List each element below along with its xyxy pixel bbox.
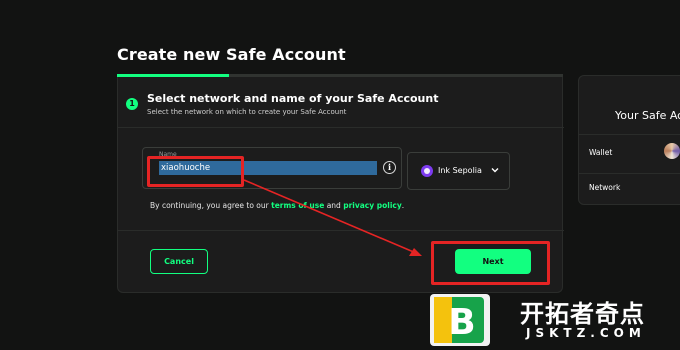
annotation-box-next: [431, 241, 550, 285]
wallet-avatar: [664, 143, 680, 159]
watermark-logo: B: [430, 294, 490, 346]
network-label: Network: [589, 183, 621, 192]
terms-of-use-link[interactable]: terms of use: [271, 201, 324, 210]
privacy-policy-link[interactable]: privacy policy: [343, 201, 402, 210]
divider: [579, 173, 680, 174]
ink-network-icon: [421, 165, 433, 177]
divider: [579, 134, 680, 135]
step-subtitle: Select the network on which to create yo…: [147, 108, 347, 116]
terms-suffix: .: [401, 201, 405, 210]
network-select-value: Ink Sepolia: [438, 166, 482, 175]
step-title: Select network and name of your Safe Acc…: [147, 92, 439, 105]
watermark-subtext: JSKTZ.COM: [526, 326, 646, 340]
watermark-logo-letter: B: [448, 302, 475, 343]
step-number-badge: 1: [126, 98, 138, 110]
divider: [118, 230, 564, 231]
annotation-box-name: [147, 156, 244, 187]
cancel-button[interactable]: Cancel: [150, 249, 208, 274]
terms-text: By continuing, you agree to our terms of…: [150, 201, 404, 210]
chevron-down-icon: [491, 168, 499, 173]
network-select[interactable]: Ink Sepolia: [407, 152, 510, 190]
terms-and: and: [326, 201, 341, 210]
page-title: Create new Safe Account: [117, 45, 346, 64]
divider: [118, 127, 564, 128]
wallet-label: Wallet: [589, 148, 613, 157]
info-icon[interactable]: i: [383, 161, 396, 174]
watermark-text: 开拓者奇点: [520, 300, 645, 328]
terms-prefix: By continuing, you agree to our: [150, 201, 269, 210]
safe-account-summary: Your Safe Account Wallet Network: [578, 75, 680, 205]
summary-title: Your Safe Account: [615, 109, 680, 122]
